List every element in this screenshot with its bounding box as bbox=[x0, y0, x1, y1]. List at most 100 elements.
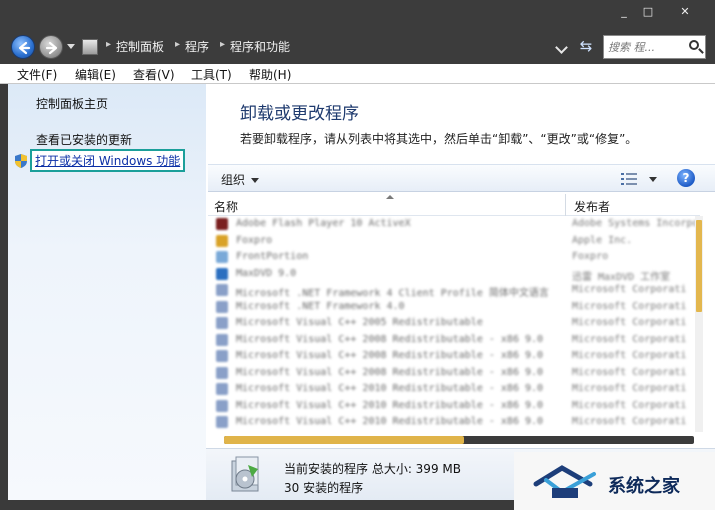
program-icon bbox=[216, 399, 228, 412]
maximize-button[interactable]: □ bbox=[636, 4, 660, 20]
horizontal-scrollbar[interactable] bbox=[224, 436, 694, 444]
forward-button[interactable] bbox=[39, 35, 63, 59]
uac-shield-icon bbox=[15, 154, 27, 168]
menu-view[interactable]: 查看(V) bbox=[133, 66, 175, 83]
view-options-icon[interactable] bbox=[621, 173, 637, 185]
vertical-scrollbar[interactable] bbox=[695, 216, 703, 432]
windows-features-link[interactable]: 打开或关闭 Windows 功能 bbox=[30, 149, 186, 172]
breadcrumb-separator-icon[interactable]: ▸ bbox=[175, 39, 180, 50]
program-name: Microsoft .NET Framework 4 Client Profil… bbox=[236, 288, 549, 299]
program-row[interactable]: Microsoft .NET Framework 4 Client Profil… bbox=[208, 282, 695, 299]
search-input[interactable] bbox=[608, 39, 683, 55]
arrow-left-icon bbox=[18, 41, 31, 55]
program-icon bbox=[216, 284, 228, 296]
program-icon bbox=[216, 366, 228, 379]
search-icon[interactable] bbox=[689, 40, 699, 50]
page-description: 若要卸载程序，请从列表中将其选中，然后单击“卸载”、“更改”或“修复”。 bbox=[240, 132, 638, 146]
program-count-text: 30 安装的程序 bbox=[284, 481, 364, 495]
menu-file[interactable]: 文件(F) bbox=[17, 66, 57, 83]
program-row[interactable]: Microsoft Visual C++ 2010 Redistributabl… bbox=[208, 381, 695, 398]
program-publisher: Microsoft Corporati bbox=[572, 300, 687, 312]
program-icon bbox=[216, 251, 228, 263]
chevron-down-icon bbox=[251, 178, 260, 183]
organize-label: 组织 bbox=[221, 173, 246, 187]
menu-bar: 文件(F) 编辑(E) 查看(V) 工具(T) 帮助(H) bbox=[0, 64, 715, 84]
breadcrumb-programs[interactable]: 程序 bbox=[185, 38, 209, 55]
recent-pages-dropdown-icon[interactable] bbox=[67, 44, 75, 49]
menu-tools[interactable]: 工具(T) bbox=[191, 66, 232, 83]
program-row[interactable]: Microsoft .NET Framework 4.0 Microsoft Co… bbox=[208, 299, 695, 316]
view-installed-updates-link[interactable]: 查看已安装的更新 bbox=[36, 131, 132, 148]
program-icon bbox=[216, 350, 228, 362]
task-pane: 控制面板主页 查看已安装的更新 打开或关闭 Windows 功能 bbox=[8, 84, 206, 500]
refresh-icon[interactable]: ⇆ bbox=[577, 37, 595, 55]
program-row[interactable]: Foxpro Apple Inc. bbox=[208, 233, 695, 250]
main-content: 卸载或更改程序 若要卸载程序，请从列表中将其选中，然后单击“卸载”、“更改”或“… bbox=[206, 84, 715, 500]
program-row[interactable]: Adobe Flash Player 10 ActiveX Adobe Syste… bbox=[208, 216, 695, 233]
program-name: Microsoft Visual C++ 2008 Redistributabl… bbox=[236, 366, 544, 378]
program-row[interactable]: Microsoft Visual C++ 2008 Redistributabl… bbox=[208, 348, 695, 365]
back-button[interactable] bbox=[11, 35, 35, 59]
program-name: Microsoft Visual C++ 2008 Redistributabl… bbox=[236, 333, 544, 345]
control-panel-home-link[interactable]: 控制面板主页 bbox=[36, 95, 108, 112]
breadcrumb-separator-icon[interactable]: ▸ bbox=[220, 39, 225, 50]
program-row[interactable]: MaxDVD 9.0 迅雷 MaxDVD 工作室 bbox=[208, 266, 695, 283]
program-row[interactable]: Microsoft Visual C++ 2010 Redistributabl… bbox=[208, 398, 695, 415]
program-list: Adobe Flash Player 10 ActiveX Adobe Syste… bbox=[208, 216, 695, 432]
program-publisher: Microsoft Corporati bbox=[572, 317, 687, 328]
program-publisher: 迅雷 MaxDVD 工作室 bbox=[572, 271, 671, 283]
close-button[interactable]: ✕ bbox=[673, 4, 697, 20]
program-publisher: Microsoft Corporati bbox=[572, 383, 687, 394]
program-name: MaxDVD 9.0 bbox=[236, 267, 297, 279]
program-row[interactable]: Microsoft Visual C++ 2008 Redistributabl… bbox=[208, 332, 695, 349]
program-publisher: Microsoft Corporati bbox=[572, 350, 687, 361]
program-publisher: Adobe Systems Incorpo bbox=[572, 218, 695, 229]
program-name: Microsoft Visual C++ 2010 Redistributabl… bbox=[236, 383, 544, 394]
breadcrumb-separator-icon[interactable]: ▸ bbox=[106, 39, 111, 50]
help-icon[interactable]: ? bbox=[677, 169, 695, 187]
program-icon bbox=[216, 267, 228, 280]
column-publisher-header[interactable]: 发布者 bbox=[574, 198, 610, 215]
search-box[interactable] bbox=[603, 35, 706, 59]
menu-edit[interactable]: 编辑(E) bbox=[75, 66, 116, 83]
program-publisher: Apple Inc. bbox=[572, 234, 633, 246]
program-name: Microsoft Visual C++ 2008 Redistributabl… bbox=[236, 350, 544, 361]
sort-ascending-icon bbox=[386, 195, 394, 199]
program-name: Microsoft .NET Framework 4.0 bbox=[236, 300, 405, 312]
horizontal-scroll-thumb[interactable] bbox=[224, 436, 464, 444]
site-watermark: 系统之家 bbox=[514, 452, 715, 510]
address-dropdown-icon[interactable] bbox=[555, 41, 568, 54]
column-divider[interactable] bbox=[565, 194, 566, 216]
program-row[interactable]: Microsoft Visual C++ 2005 Redistributabl… bbox=[208, 315, 695, 332]
organize-button[interactable]: 组织 bbox=[221, 171, 260, 188]
vertical-scroll-thumb[interactable] bbox=[696, 220, 702, 312]
program-name: Microsoft Visual C++ 2010 Redistributabl… bbox=[236, 399, 544, 411]
view-dropdown-icon[interactable] bbox=[649, 177, 657, 182]
program-publisher: Microsoft Corporati bbox=[572, 399, 687, 411]
program-icon bbox=[216, 218, 228, 230]
menu-help[interactable]: 帮助(H) bbox=[249, 66, 291, 83]
program-row[interactable]: FrontPortion Foxpro bbox=[208, 249, 695, 266]
program-icon bbox=[216, 383, 228, 395]
house-logo-icon bbox=[533, 465, 596, 498]
program-name: FrontPortion bbox=[236, 251, 309, 262]
watermark-text: 系统之家 bbox=[608, 476, 680, 497]
program-publisher: Microsoft Corporati bbox=[572, 333, 687, 345]
program-publisher: Microsoft Corporati bbox=[572, 366, 687, 378]
control-panel-icon bbox=[82, 39, 98, 55]
minimize-button[interactable]: _ bbox=[612, 4, 636, 20]
breadcrumb-programs-features[interactable]: 程序和功能 bbox=[230, 38, 290, 55]
total-size-text: 当前安装的程序 总大小: 399 MB bbox=[284, 462, 461, 476]
address-bar: ▸ 控制面板 ▸ 程序 ▸ 程序和功能 ⇆ bbox=[0, 30, 715, 64]
page-title: 卸载或更改程序 bbox=[240, 104, 359, 124]
program-publisher: Foxpro bbox=[572, 251, 609, 262]
program-row[interactable]: Microsoft Visual C++ 2010 Redistributabl… bbox=[208, 414, 695, 431]
column-name-header[interactable]: 名称 bbox=[214, 198, 238, 215]
program-icon bbox=[216, 234, 228, 247]
command-toolbar: 组织 ? bbox=[208, 164, 715, 192]
program-name: Microsoft Visual C++ 2005 Redistributabl… bbox=[236, 317, 483, 328]
program-icon bbox=[216, 300, 228, 313]
installed-programs-icon bbox=[231, 456, 259, 492]
breadcrumb-control-panel[interactable]: 控制面板 bbox=[116, 38, 164, 55]
program-row[interactable]: Microsoft Visual C++ 2008 Redistributabl… bbox=[208, 365, 695, 382]
